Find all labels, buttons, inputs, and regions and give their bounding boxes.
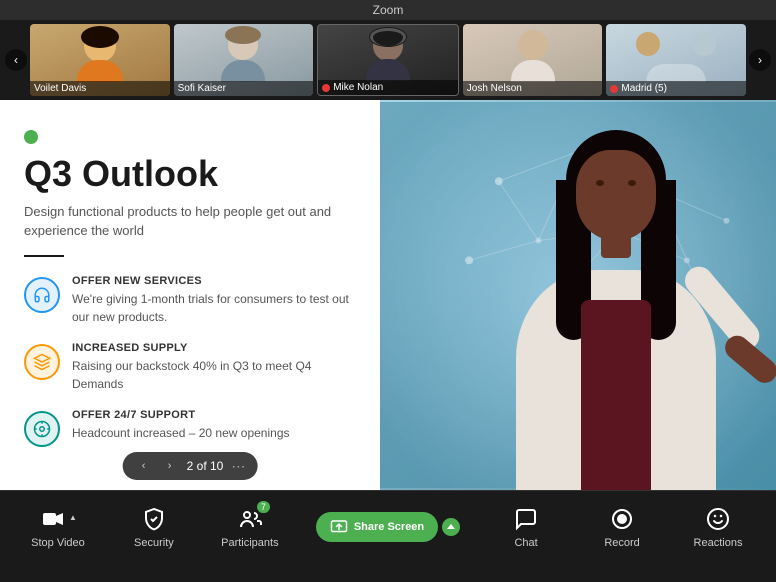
video-panel [380, 100, 776, 490]
slide-divider [24, 255, 64, 257]
record-icon [608, 505, 636, 533]
slide-items: OFFER NEW SERVICES We're giving 1-month … [24, 275, 356, 447]
chat-label: Chat [514, 537, 537, 549]
main-content: Q3 Outlook Design functional products to… [0, 100, 776, 490]
chat-icon [512, 505, 540, 533]
reactions-icon [704, 505, 732, 533]
share-screen-label: Share Screen [354, 521, 424, 533]
slide-next-button[interactable]: › [161, 457, 179, 475]
toolbar: ▲ Stop Video Security 7 Participants [0, 490, 776, 562]
participant-label-3: Mike Nolan [318, 80, 458, 95]
chat-item[interactable]: Chat [496, 505, 556, 549]
stop-video-icon-wrap: ▲ [39, 505, 77, 533]
reactions-label: Reactions [694, 537, 743, 549]
slide-item-content-1: OFFER NEW SERVICES We're giving 1-month … [72, 275, 356, 326]
participants-badge: 7 [257, 501, 270, 513]
strip-nav-right[interactable]: › [749, 49, 771, 71]
caret-up-icon [447, 524, 455, 529]
participants-item[interactable]: 7 Participants [220, 505, 280, 549]
participants-icon: 7 [236, 505, 264, 533]
stop-video-caret[interactable]: ▲ [69, 513, 77, 522]
participant-thumb-5[interactable]: Madrid (5) [606, 24, 746, 96]
stop-video-item[interactable]: ▲ Stop Video [28, 505, 88, 549]
participant-thumbnails: Voilet Davis Sofi Kaiser Mike Nolan [30, 24, 746, 96]
participant-strip: ‹ Voilet Davis Sofi Kaiser [0, 20, 776, 100]
slide-icon-2 [24, 344, 60, 380]
stop-video-label: Stop Video [31, 537, 85, 549]
participant-thumb-4[interactable]: Josh Nelson [463, 24, 603, 96]
slide-item-2: INCREASED SUPPLY Raising our backstock 4… [24, 342, 356, 393]
slide-panel: Q3 Outlook Design functional products to… [0, 100, 380, 490]
record-label: Record [604, 537, 639, 549]
slide-page-info: 2 of 10 [187, 459, 224, 473]
presenter-figure [476, 120, 756, 490]
participant-thumb-3[interactable]: Mike Nolan [317, 24, 459, 96]
security-label: Security [134, 537, 174, 549]
participant-label-2: Sofi Kaiser [174, 81, 314, 96]
slide-icon-3 [24, 411, 60, 447]
slide-controls: ‹ › 2 of 10 ⋯ [123, 452, 258, 480]
participant-thumb-1[interactable]: Voilet Davis [30, 24, 170, 96]
slide-icon-1 [24, 277, 60, 313]
slide-options-button[interactable]: ⋯ [231, 458, 245, 475]
participant-label-5: Madrid (5) [606, 81, 746, 96]
slide-item-content-2: INCREASED SUPPLY Raising our backstock 4… [72, 342, 356, 393]
title-bar: Zoom [0, 0, 776, 20]
share-screen-wrapper: Share Screen [316, 512, 460, 542]
slide-item-content-3: OFFER 24/7 SUPPORT Headcount increased –… [72, 409, 290, 442]
slide-prev-button[interactable]: ‹ [135, 457, 153, 475]
slide-item-3: OFFER 24/7 SUPPORT Headcount increased –… [24, 409, 356, 447]
share-screen-button[interactable]: Share Screen [316, 512, 438, 542]
share-screen-item[interactable]: Share Screen [316, 512, 460, 542]
participant-label-4: Josh Nelson [463, 81, 603, 96]
slide-subtitle: Design functional products to help peopl… [24, 202, 356, 241]
window-title: Zoom [373, 3, 404, 17]
reactions-item[interactable]: Reactions [688, 505, 748, 549]
participant-label-1: Voilet Davis [30, 81, 170, 96]
slide-item-1: OFFER NEW SERVICES We're giving 1-month … [24, 275, 356, 326]
slide-item-title-1: OFFER NEW SERVICES [72, 275, 356, 287]
slide-item-desc-2: Raising our backstock 40% in Q3 to meet … [72, 357, 356, 393]
participants-label: Participants [221, 537, 278, 549]
stop-video-icon [39, 505, 67, 533]
slide-title: Q3 Outlook [24, 154, 356, 194]
security-icon [140, 505, 168, 533]
strip-nav-left[interactable]: ‹ [5, 49, 27, 71]
participant-thumb-2[interactable]: Sofi Kaiser [174, 24, 314, 96]
share-screen-caret-button[interactable] [442, 518, 460, 536]
green-indicator [24, 130, 38, 144]
slide-item-desc-3: Headcount increased – 20 new openings [72, 424, 290, 442]
slide-item-title-2: INCREASED SUPPLY [72, 342, 356, 354]
slide-item-title-3: OFFER 24/7 SUPPORT [72, 409, 290, 421]
slide-item-desc-1: We're giving 1-month trials for consumer… [72, 290, 356, 326]
record-item[interactable]: Record [592, 505, 652, 549]
security-item[interactable]: Security [124, 505, 184, 549]
